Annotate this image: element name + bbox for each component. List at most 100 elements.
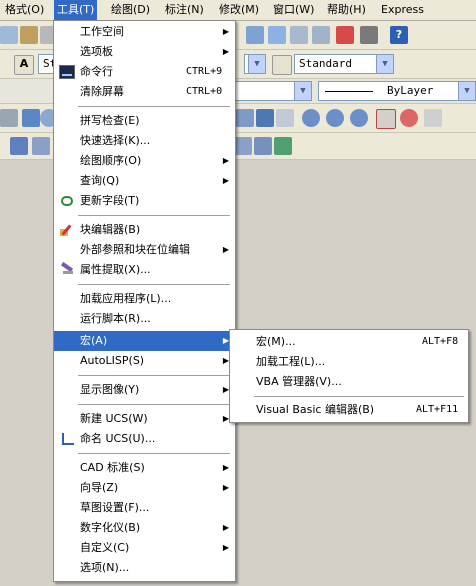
brush-icon[interactable]	[20, 26, 38, 44]
section-icon[interactable]	[32, 137, 50, 155]
orbit-icon[interactable]	[376, 109, 396, 129]
menu-separator	[78, 375, 230, 376]
sheet-set-icon[interactable]	[290, 26, 308, 44]
calculator-icon[interactable]	[360, 26, 378, 44]
intersect-icon[interactable]	[350, 109, 368, 127]
menu-item-macro[interactable]: 宏(A) ▶	[54, 331, 235, 351]
menu-separator	[78, 453, 230, 454]
cone-icon[interactable]	[22, 109, 40, 127]
menu-express[interactable]: Express	[378, 0, 427, 20]
menu-item-cad-standards[interactable]: CAD 标准(S) ▶	[54, 458, 235, 478]
menu-item-workspace[interactable]: 工作空间 ▶	[54, 22, 235, 42]
menu-help[interactable]: 帮助(H)	[324, 0, 369, 20]
tool-palette-icon[interactable]	[268, 26, 286, 44]
submenu-arrow-icon: ▶	[222, 27, 229, 36]
menu-item-vba-manager[interactable]: VBA 管理器(V)...	[230, 372, 468, 392]
percent-icon[interactable]	[424, 109, 442, 127]
shell-icon[interactable]	[234, 137, 252, 155]
markup-icon[interactable]	[312, 26, 330, 44]
menu-item-update-fields[interactable]: 更新字段(T)	[54, 191, 235, 211]
menu-item-palettes[interactable]: 选项板 ▶	[54, 42, 235, 62]
color-combo[interactable]: ▼	[234, 81, 312, 101]
menu-item-load-project[interactable]: 加载工程(L)...	[230, 352, 468, 372]
submenu-arrow-icon: ▶	[222, 245, 229, 254]
menu-draw[interactable]: 绘图(D)	[108, 0, 153, 20]
light-icon[interactable]	[256, 109, 274, 127]
flask-icon[interactable]	[276, 109, 294, 127]
menu-item-load-application[interactable]: 加载应用程序(L)...	[54, 289, 235, 309]
menu-separator	[78, 284, 230, 285]
target-icon[interactable]	[400, 109, 418, 127]
text-style-combo[interactable]: St	[38, 54, 54, 74]
linetype-value: ByLayer	[387, 84, 434, 97]
menu-item-drafting-settings[interactable]: 草图设置(F)...	[54, 498, 235, 518]
submenu-arrow-icon: ▶	[222, 47, 229, 56]
text-style-combo-end[interactable]: ▼	[244, 54, 266, 74]
dim-style-icon[interactable]	[272, 55, 292, 75]
menu-separator	[78, 404, 230, 405]
menu-item-run-script[interactable]: 运行脚本(R)...	[54, 309, 235, 329]
menu-separator	[254, 396, 464, 397]
block-editor-icon	[59, 223, 75, 237]
menu-tools[interactable]: 工具(T)	[54, 0, 98, 20]
macro-submenu: 宏(M)... ALT+F8 加载工程(L)... VBA 管理器(V)... …	[229, 329, 469, 423]
chevron-down-icon[interactable]: ▼	[458, 82, 475, 100]
open-icon[interactable]	[0, 26, 18, 44]
text-style-icon[interactable]: A	[14, 55, 34, 75]
named-ucs-icon	[59, 432, 75, 446]
design-center-icon[interactable]	[246, 26, 264, 44]
menu-item-wizards[interactable]: 向导(Z) ▶	[54, 478, 235, 498]
menu-item-new-ucs[interactable]: 新建 UCS(W) ▶	[54, 409, 235, 429]
menu-item-macros[interactable]: 宏(M)... ALT+F8	[230, 332, 468, 352]
menu-item-block-editor[interactable]: 块编辑器(B)	[54, 220, 235, 240]
linetype-sample	[325, 91, 373, 92]
menu-bar: 格式(O) 工具(T) 绘图(D) 标注(N) 修改(M) 窗口(W) 帮助(H…	[0, 0, 476, 21]
slice-icon[interactable]	[10, 137, 28, 155]
submenu-arrow-icon: ▶	[222, 176, 229, 185]
menu-item-options[interactable]: 选项(N)...	[54, 558, 235, 578]
menu-window[interactable]: 窗口(W)	[270, 0, 317, 20]
update-field-icon	[59, 194, 75, 208]
render-icon[interactable]	[236, 109, 254, 127]
union-icon[interactable]	[302, 109, 320, 127]
menu-separator	[78, 106, 230, 107]
command-line-icon	[59, 65, 75, 79]
tools-menu: 工作空间 ▶ 选项板 ▶ 命令行 CTRL+9 清除屏幕 CTRL+0 拼写检查(E…	[53, 20, 236, 582]
subtract-icon[interactable]	[326, 109, 344, 127]
submenu-arrow-icon: ▶	[222, 523, 229, 532]
menu-separator	[78, 215, 230, 216]
submenu-arrow-icon: ▶	[222, 543, 229, 552]
menu-item-vb-editor[interactable]: Visual Basic 编辑器(B) ALT+F11	[230, 400, 468, 420]
menu-format[interactable]: 格式(O)	[2, 0, 47, 20]
menu-item-draw-order[interactable]: 绘图顺序(O) ▶	[54, 151, 235, 171]
chevron-down-icon[interactable]: ▼	[294, 82, 311, 100]
submenu-arrow-icon: ▶	[222, 156, 229, 165]
menu-item-xref-inplace-edit[interactable]: 外部参照和块在位编辑 ▶	[54, 240, 235, 260]
menu-item-spell-check[interactable]: 拼写检查(E)	[54, 111, 235, 131]
menu-item-command-line[interactable]: 命令行 CTRL+9	[54, 62, 235, 82]
dim-style-combo[interactable]: Standard ▼	[294, 54, 394, 74]
menu-item-autolisp[interactable]: AutoLISP(S) ▶	[54, 351, 235, 371]
menu-item-clean-screen[interactable]: 清除屏幕 CTRL+0	[54, 82, 235, 102]
menu-modify[interactable]: 修改(M)	[216, 0, 262, 20]
menu-item-inquiry[interactable]: 查询(Q) ▶	[54, 171, 235, 191]
dim-style-value: Standard	[299, 57, 352, 70]
submenu-arrow-icon: ▶	[222, 483, 229, 492]
menu-item-tablet[interactable]: 数字化仪(B) ▶	[54, 518, 235, 538]
menu-dimension[interactable]: 标注(N)	[162, 0, 207, 20]
submenu-arrow-icon: ▶	[222, 463, 229, 472]
attribute-extract-icon	[59, 261, 75, 277]
help-icon[interactable]: ?	[390, 26, 408, 44]
menu-item-customize[interactable]: 自定义(C) ▶	[54, 538, 235, 558]
extrude-face-icon[interactable]	[274, 137, 292, 155]
menu-item-display-image[interactable]: 显示图像(Y) ▶	[54, 380, 235, 400]
menu-item-named-ucs[interactable]: 命名 UCS(U)...	[54, 429, 235, 449]
quickcalc-icon[interactable]	[336, 26, 354, 44]
linetype-combo[interactable]: ByLayer ▼	[318, 81, 476, 101]
imprint-icon[interactable]	[254, 137, 272, 155]
menu-item-attribute-extract[interactable]: 属性提取(X)...	[54, 260, 235, 280]
chevron-down-icon[interactable]: ▼	[248, 55, 265, 73]
menu-item-quick-select[interactable]: 快速选择(K)...	[54, 131, 235, 151]
chevron-down-icon[interactable]: ▼	[376, 55, 393, 73]
prism-icon[interactable]	[0, 109, 18, 127]
